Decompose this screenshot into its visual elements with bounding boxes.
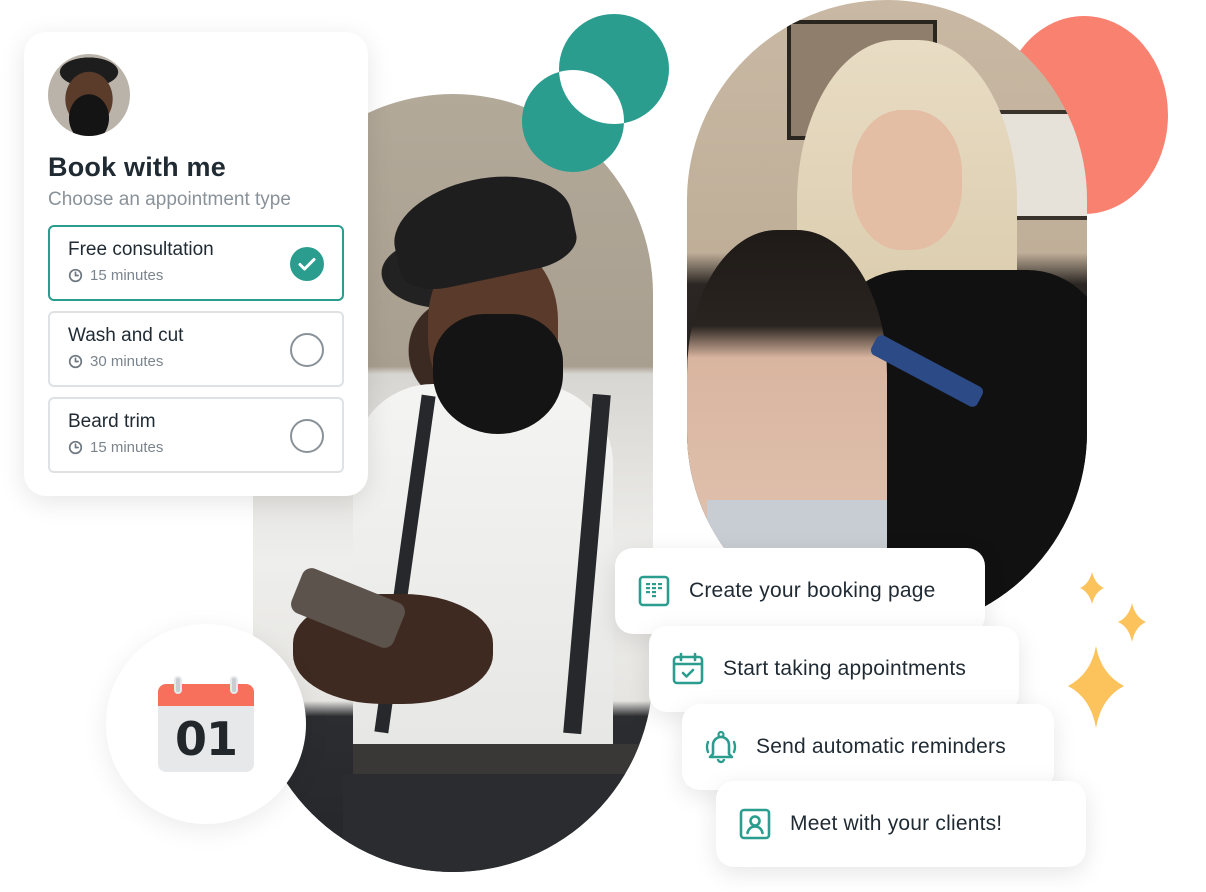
calendar-header <box>158 684 254 706</box>
calendar-day: 01 <box>174 712 238 766</box>
option-duration: 15 minutes <box>90 267 164 284</box>
flat-cap <box>384 161 582 297</box>
calendar-check-icon <box>672 652 704 685</box>
calendar-ring <box>174 676 182 694</box>
option-name: Free consultation <box>68 239 214 260</box>
step-label: Meet with your clients! <box>790 812 1003 835</box>
avatar <box>48 54 130 136</box>
card-subtitle: Choose an appointment type <box>48 189 291 210</box>
calendar-icon: 01 <box>158 676 254 772</box>
radio-selected[interactable] <box>290 247 324 281</box>
stylist-face <box>852 110 962 250</box>
appointment-option-wash-and-cut[interactable]: Wash and cut 30 minutes <box>48 311 344 387</box>
barber-beard <box>433 314 563 434</box>
stylist-cutting-hair-photo <box>687 0 1087 632</box>
option-duration: 30 minutes <box>90 353 164 370</box>
option-duration: 15 minutes <box>90 439 164 456</box>
card-title: Book with me <box>48 152 226 182</box>
radio-unselected[interactable] <box>290 333 324 367</box>
step-send-automatic-reminders[interactable]: Send automatic reminders <box>682 704 1054 790</box>
appointment-option-free-consultation[interactable]: Free consultation 15 minutes <box>48 225 344 301</box>
appointment-option-beard-trim[interactable]: Beard trim 15 minutes <box>48 397 344 473</box>
sparkle-large <box>1068 646 1124 728</box>
calendar-badge: 01 <box>106 624 306 824</box>
radio-unselected[interactable] <box>290 419 324 453</box>
pants <box>343 774 653 872</box>
option-name: Wash and cut <box>68 325 184 346</box>
step-start-taking-appointments[interactable]: Start taking appointments <box>649 626 1019 712</box>
checkmark-icon <box>298 258 316 271</box>
sparkle-small <box>1080 572 1104 604</box>
bell-icon <box>705 730 737 764</box>
step-label: Send automatic reminders <box>756 735 1006 758</box>
calendar-ring <box>230 676 238 694</box>
belt <box>353 744 653 774</box>
option-name: Beard trim <box>68 411 156 432</box>
booking-page-icon <box>638 575 670 607</box>
step-label: Create your booking page <box>689 579 936 602</box>
option-duration-row: 15 minutes <box>68 439 324 456</box>
client-contact-icon <box>739 808 771 840</box>
calendar-body: 01 <box>158 706 254 772</box>
clock-icon <box>68 268 83 283</box>
booking-card: Book with me Choose an appointment type … <box>24 32 368 496</box>
step-create-booking-page[interactable]: Create your booking page <box>615 548 985 634</box>
clock-icon <box>68 440 83 455</box>
sparkle-medium <box>1118 603 1146 642</box>
step-meet-with-clients[interactable]: Meet with your clients! <box>716 781 1086 867</box>
teal-logo-circles <box>522 14 669 172</box>
sparkles-icon <box>1068 572 1146 728</box>
clock-icon <box>68 354 83 369</box>
step-label: Start taking appointments <box>723 657 967 680</box>
option-duration-row: 30 minutes <box>68 353 324 370</box>
option-duration-row: 15 minutes <box>68 267 324 284</box>
